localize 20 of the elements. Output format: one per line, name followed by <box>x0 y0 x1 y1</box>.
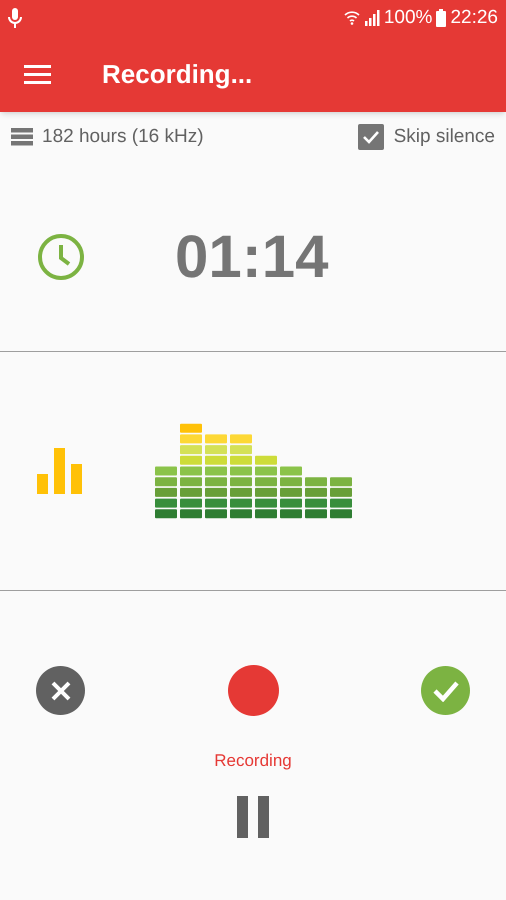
pause-button[interactable] <box>237 796 269 838</box>
close-icon <box>50 680 72 702</box>
storage-icon <box>11 128 33 146</box>
microphone-icon <box>8 8 22 28</box>
check-icon <box>432 680 458 702</box>
skip-silence-checkbox[interactable]: Skip silence <box>358 122 495 152</box>
clock-time: 22:26 <box>450 6 498 30</box>
battery-percent: 100% <box>384 6 432 30</box>
bar-chart-icon <box>37 448 83 494</box>
clock-icon <box>37 232 85 280</box>
battery-icon <box>436 9 446 27</box>
cancel-button[interactable] <box>36 666 85 715</box>
toolbar-title: Recording... <box>102 58 252 90</box>
elapsed-time: 01:14 <box>175 222 328 292</box>
confirm-button[interactable] <box>421 666 470 715</box>
recording-status: Recording <box>214 750 292 772</box>
wifi-icon <box>344 9 360 27</box>
signal-icon <box>364 10 380 26</box>
record-button[interactable] <box>228 665 278 716</box>
storage-text: 182 hours (16 kHz) <box>42 124 204 149</box>
